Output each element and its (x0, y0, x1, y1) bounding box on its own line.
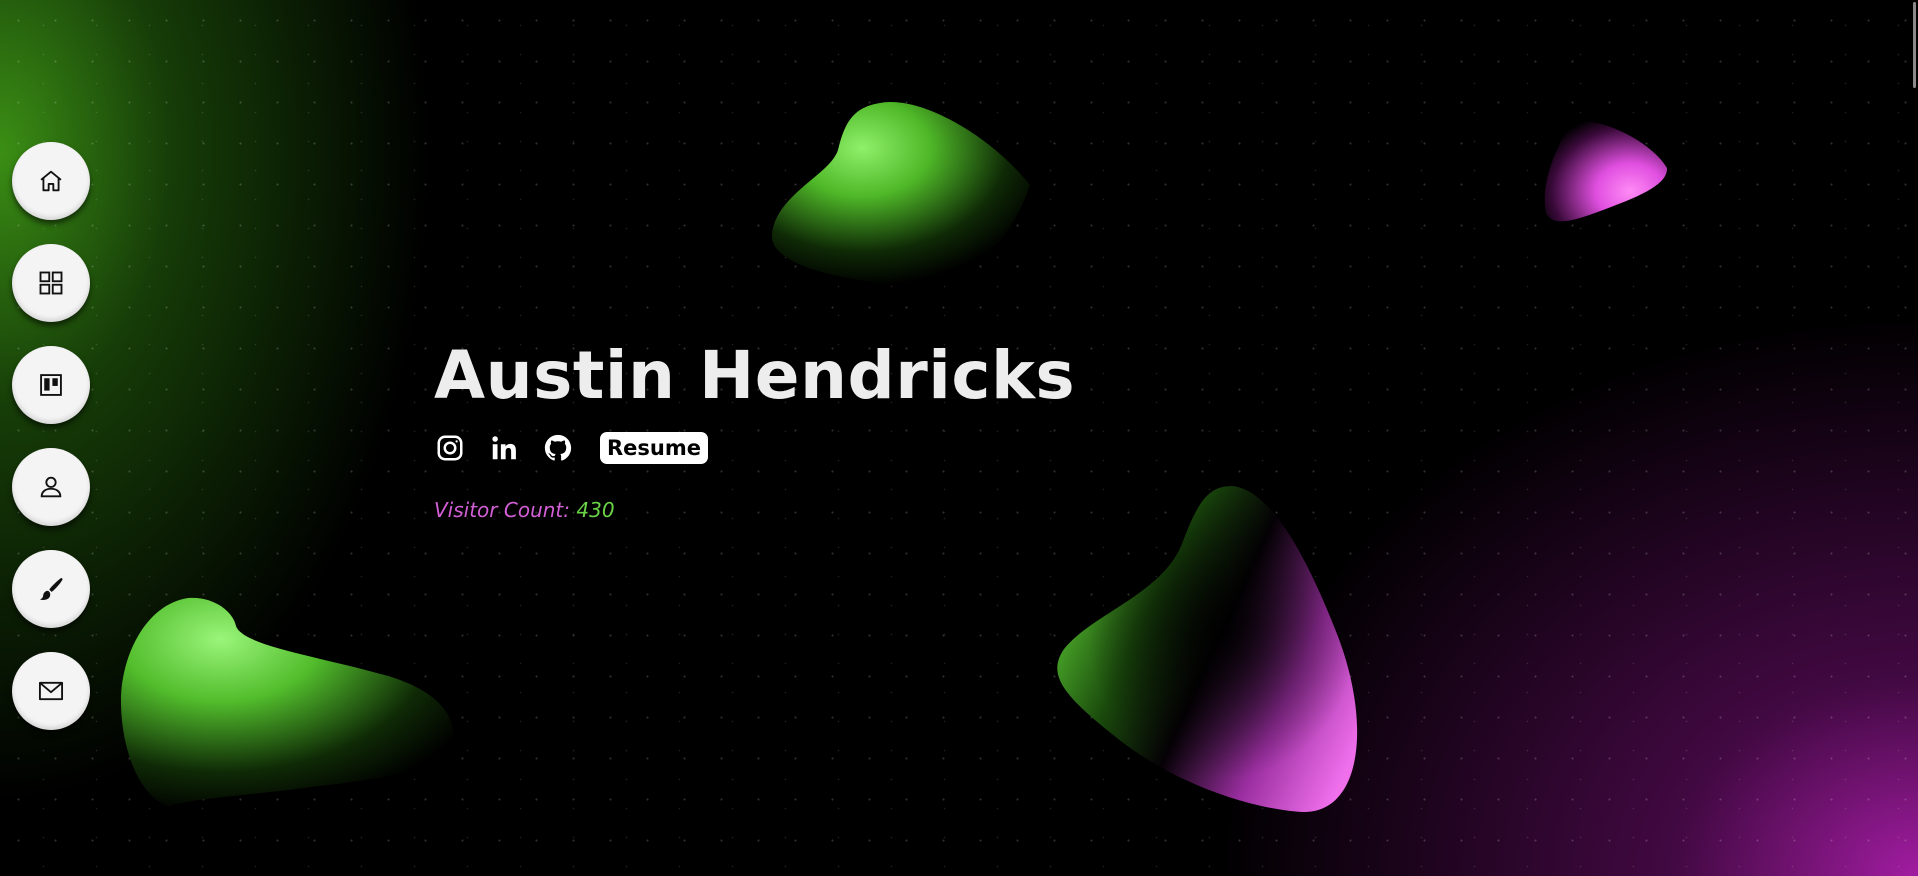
page-title: Austin Hendricks (434, 337, 1076, 414)
scrollbar[interactable] (1908, 0, 1918, 876)
nav-contact-button[interactable] (12, 652, 90, 730)
instagram-icon (437, 435, 463, 461)
scrollbar-thumb[interactable] (1913, 2, 1916, 88)
visitor-count-label: Visitor Count: (434, 498, 571, 522)
user-icon (40, 476, 62, 498)
green-blob-top (771, 101, 1030, 287)
social-links: Resume (434, 432, 1075, 464)
instagram-link[interactable] (434, 432, 466, 464)
linkedin-link[interactable] (488, 432, 520, 464)
home-icon (40, 170, 62, 192)
nav-home-button[interactable] (12, 142, 90, 220)
magenta-blob-top (1544, 121, 1668, 222)
visitor-count-value: 430 (576, 498, 615, 522)
side-nav (12, 142, 90, 754)
hero: Austin Hendricks Resume Visitor Count: 4… (434, 334, 1075, 522)
green-magenta-blob (1057, 486, 1358, 813)
visitor-counter: Visitor Count: 430 (434, 498, 1075, 522)
green-blob-bottom (120, 597, 454, 806)
page: Austin Hendricks Resume Visitor Count: 4… (0, 0, 1918, 876)
board-icon (40, 374, 62, 396)
nav-board-button[interactable] (12, 346, 90, 424)
linkedin-icon (492, 436, 516, 460)
resume-button[interactable]: Resume (600, 432, 708, 464)
github-link[interactable] (542, 432, 574, 464)
nav-art-button[interactable] (12, 550, 90, 628)
grid-icon (39, 271, 63, 295)
github-icon (544, 434, 572, 461)
nav-projects-button[interactable] (12, 244, 90, 322)
mail-icon (38, 681, 64, 701)
nav-about-button[interactable] (12, 448, 90, 526)
brush-icon (39, 577, 63, 600)
